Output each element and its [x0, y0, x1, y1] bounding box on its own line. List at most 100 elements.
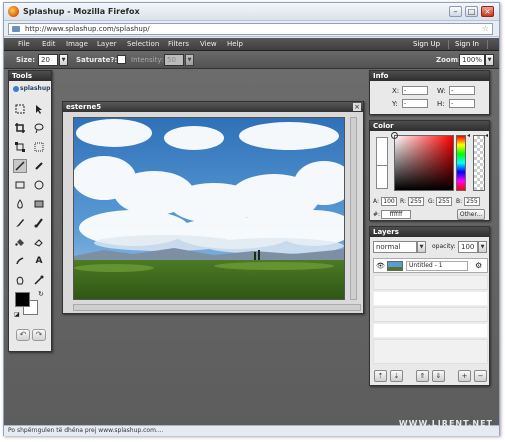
- hex-label: #:: [373, 211, 381, 218]
- reset-colors-icon[interactable]: ◪: [14, 311, 20, 318]
- opacity-input[interactable]: 100: [458, 241, 478, 253]
- splashup-logo: splashup: [13, 85, 50, 92]
- paint-bucket-tool-icon[interactable]: [13, 235, 27, 249]
- delete-layer-icon[interactable]: −: [474, 370, 487, 382]
- hex-input[interactable]: ffffff: [381, 210, 411, 219]
- sign-in-link[interactable]: Sign In: [455, 40, 479, 48]
- layer-down-icon[interactable]: ⇣: [390, 370, 403, 382]
- tools-panel-title: Tools: [9, 71, 51, 81]
- url-text: http://www.splashup.com/splashup/: [25, 25, 150, 33]
- menu-view[interactable]: View: [200, 40, 217, 48]
- layers-panel-title: Layers: [370, 227, 489, 237]
- layers-panel: Layers normal ▼ opacity: 100 ▼ 👁 Untitle…: [369, 226, 490, 386]
- pencil-tool-icon[interactable]: [32, 159, 46, 173]
- blend-mode-dropdown-button[interactable]: ▼: [417, 241, 426, 253]
- rectangle-tool-icon[interactable]: [13, 178, 27, 192]
- hue-marker-icon[interactable]: ◂: [467, 132, 470, 139]
- ellipse-tool-icon[interactable]: [32, 178, 46, 192]
- red-input[interactable]: 255: [408, 197, 424, 206]
- app-menu-bar: File Edit Image Layer Selection Filters …: [4, 38, 499, 51]
- alpha-slider[interactable]: [473, 135, 485, 191]
- zoom-label: Zoom:: [436, 56, 461, 64]
- gradient-tool-icon[interactable]: [32, 197, 46, 211]
- w-label: W:: [437, 87, 446, 95]
- clone-tool-icon[interactable]: [32, 216, 46, 230]
- new-layer-icon[interactable]: +: [458, 370, 471, 382]
- site-icon: [12, 26, 20, 32]
- intensity-input[interactable]: 50: [164, 54, 184, 66]
- eyedropper-tool-icon[interactable]: [32, 273, 46, 287]
- magic-select-tool-icon[interactable]: [32, 140, 46, 154]
- zoom-select[interactable]: 100%: [459, 54, 485, 66]
- opacity-dropdown-button[interactable]: ▼: [478, 241, 487, 253]
- text-tool-icon[interactable]: A: [32, 254, 46, 268]
- empty-layer-row: [373, 275, 488, 290]
- menu-help[interactable]: Help: [227, 40, 243, 48]
- maximize-button[interactable]: □: [465, 6, 478, 17]
- redo-button[interactable]: ↷: [32, 329, 46, 341]
- bookmark-star-icon[interactable]: ☆: [482, 24, 489, 34]
- blue-label: B:: [456, 198, 463, 205]
- empty-layer-row: [373, 323, 488, 338]
- layer-row[interactable]: 👁 Untitled - 1 ⚙: [373, 258, 488, 273]
- green-input[interactable]: 255: [436, 197, 452, 206]
- menu-layer[interactable]: Layer: [97, 40, 117, 48]
- zoom-dropdown-button[interactable]: ▼: [485, 54, 494, 66]
- layer-name-field[interactable]: Untitled - 1: [406, 261, 468, 271]
- canvas-window: esterne5 ×: [62, 101, 364, 314]
- menu-filters[interactable]: Filters: [168, 40, 189, 48]
- layer-options-icon[interactable]: ⚙: [475, 261, 482, 270]
- menu-edit[interactable]: Edit: [42, 40, 56, 48]
- brush-tool-icon[interactable]: [13, 216, 27, 230]
- hue-slider[interactable]: [456, 135, 466, 191]
- menu-separator: [487, 40, 488, 49]
- menu-image[interactable]: Image: [66, 40, 88, 48]
- menu-selection[interactable]: Selection: [127, 40, 159, 48]
- layer-merge-down-icon[interactable]: ⇓: [432, 370, 445, 382]
- minimize-button[interactable]: –: [449, 6, 462, 17]
- alpha-label: A:: [373, 198, 380, 205]
- eraser-tool-icon[interactable]: [32, 235, 46, 249]
- picker-cursor-icon[interactable]: [391, 132, 398, 139]
- hand-tool-icon[interactable]: [13, 273, 27, 287]
- blur-tool-icon[interactable]: [13, 197, 27, 211]
- watermark: WWW.LIRENT.NET: [398, 419, 493, 428]
- foreground-color-swatch[interactable]: [15, 292, 30, 307]
- other-color-button[interactable]: Other...: [457, 209, 485, 220]
- navigation-bar: http://www.splashup.com/splashup/ ☆: [4, 21, 499, 37]
- layer-visibility-eye-icon[interactable]: 👁: [376, 262, 385, 270]
- layer-merge-up-icon[interactable]: ⇑: [416, 370, 429, 382]
- lasso-tool-icon[interactable]: [32, 121, 46, 135]
- transform-tool-icon[interactable]: [13, 140, 27, 154]
- marquee-tool-icon[interactable]: [13, 102, 27, 116]
- splash-icon: [13, 85, 19, 92]
- info-panel: Info X: - Y: - W: - H: -: [369, 70, 490, 115]
- size-dropdown-button[interactable]: ▼: [59, 54, 68, 66]
- move-tool-icon[interactable]: [32, 102, 46, 116]
- alpha-marker-icon[interactable]: ◂: [485, 132, 488, 139]
- info-panel-title: Info: [370, 71, 489, 81]
- sign-up-link[interactable]: Sign Up: [413, 40, 440, 48]
- canvas-vertical-scrollbar[interactable]: [350, 117, 357, 300]
- color-preview-swatch: [376, 137, 388, 189]
- intensity-dropdown-button[interactable]: ▼: [185, 54, 194, 66]
- blend-mode-select[interactable]: normal: [373, 241, 417, 253]
- size-input[interactable]: 20: [38, 54, 58, 66]
- close-button[interactable]: ×: [481, 6, 494, 17]
- canvas-horizontal-scrollbar[interactable]: [73, 304, 361, 311]
- green-label: G:: [428, 198, 435, 205]
- canvas-close-icon[interactable]: ×: [353, 103, 361, 111]
- crop-tool-icon[interactable]: [13, 121, 27, 135]
- saturation-brightness-picker[interactable]: [391, 132, 454, 191]
- layer-up-icon[interactable]: ⇡: [374, 370, 387, 382]
- alpha-input[interactable]: 100: [381, 197, 397, 206]
- blue-input[interactable]: 255: [464, 197, 480, 206]
- menu-file[interactable]: File: [18, 40, 30, 48]
- canvas-image[interactable]: [73, 117, 345, 300]
- swap-colors-icon[interactable]: ↻: [38, 290, 44, 298]
- saturate-checkbox[interactable]: [117, 55, 126, 64]
- undo-button[interactable]: ↶: [16, 329, 30, 341]
- smudge-tool-icon[interactable]: [13, 254, 27, 268]
- address-bar[interactable]: http://www.splashup.com/splashup/ ☆: [8, 23, 493, 35]
- line-tool-icon[interactable]: [13, 159, 27, 173]
